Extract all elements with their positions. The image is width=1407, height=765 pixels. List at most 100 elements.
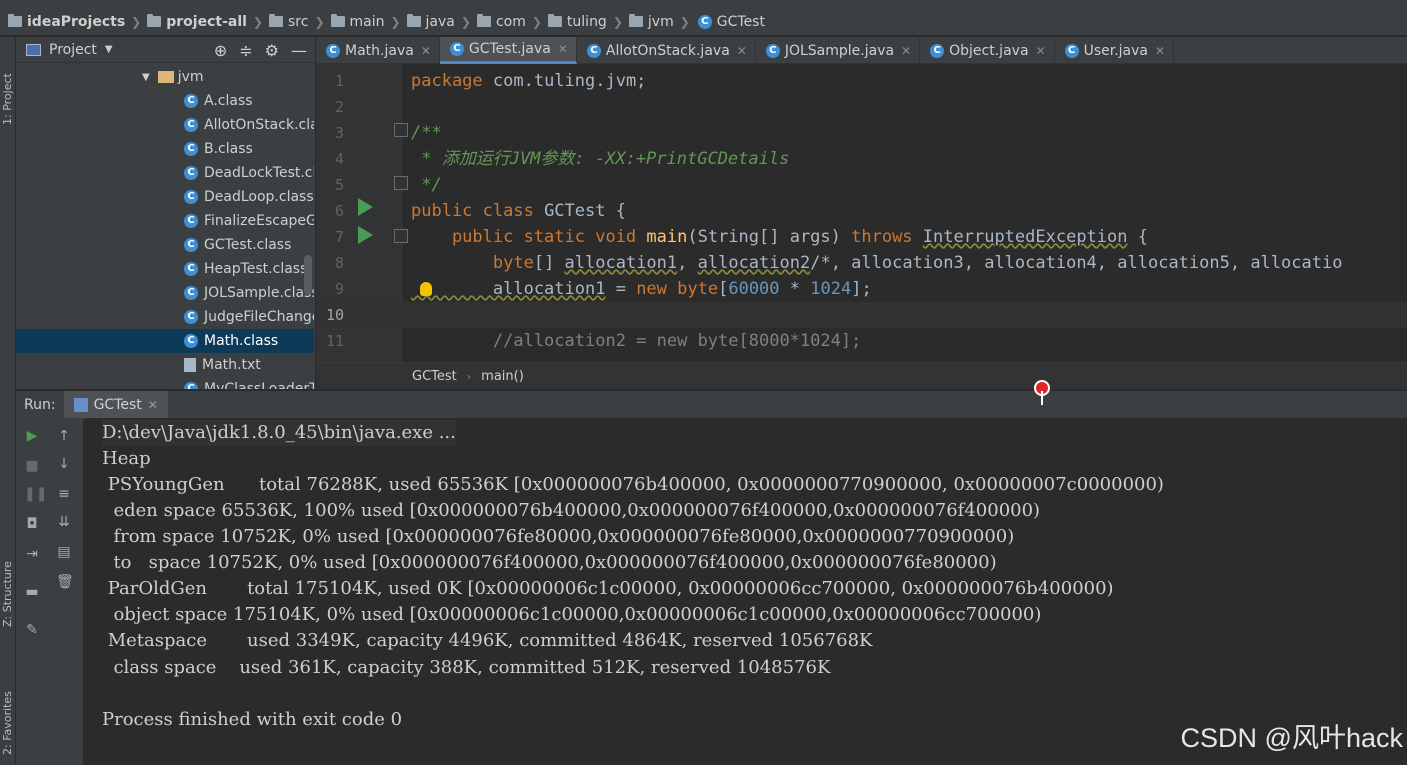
chevron-right-icon: ❯ xyxy=(131,14,142,29)
layout-icon[interactable]: ▬ xyxy=(24,584,40,600)
close-icon[interactable]: ✕ xyxy=(148,398,158,412)
tree-item[interactable]: C GCTest.class xyxy=(16,233,314,257)
trash-icon[interactable]: 🗑 xyxy=(56,574,74,590)
collapse-all-icon[interactable]: ≑ xyxy=(239,41,252,60)
pause-icon[interactable]: ❚❚ xyxy=(24,486,47,502)
breadcrumb-item-gctest[interactable]: C GCTest xyxy=(692,14,765,30)
tree-item[interactable]: C AllotOnStack.clas xyxy=(16,113,314,137)
pin-icon[interactable]: ✎ xyxy=(24,622,40,638)
soft-wrap-icon[interactable]: ≡ xyxy=(56,486,72,502)
camera-icon[interactable]: ◘ xyxy=(24,516,40,532)
close-icon[interactable]: ✕ xyxy=(1155,44,1165,58)
breadcrumb-item-ideaprojects[interactable]: ideaProjects ❯ xyxy=(4,14,143,30)
down-arrow-icon[interactable]: ↓ xyxy=(56,456,72,472)
code-line: 8 byte[] allocation1, allocation2/*, all… xyxy=(316,250,1407,276)
breadcrumb-item-jvm[interactable]: jvm ❯ xyxy=(625,14,692,30)
close-icon[interactable]: ✕ xyxy=(558,42,568,56)
chevron-right-icon: ❯ xyxy=(679,14,690,29)
favorites-tool-window-button[interactable]: 2: Favorites xyxy=(0,655,16,755)
close-icon[interactable]: ✕ xyxy=(1036,44,1046,58)
line-number: 8 xyxy=(334,254,344,272)
tab-gctest-java[interactable]: C GCTest.java ✕ xyxy=(439,37,577,64)
tree-item[interactable]: C DeadLockTest.cl xyxy=(16,161,314,185)
fold-icon[interactable] xyxy=(394,229,408,243)
tree-item[interactable]: Math.txt xyxy=(16,353,314,377)
console-line: object space 175104K, 0% used [0x0000000… xyxy=(102,604,1042,625)
line-number: 2 xyxy=(334,98,344,116)
run-gutter-icon[interactable] xyxy=(358,198,373,216)
stop-icon[interactable]: ■ xyxy=(24,458,40,474)
close-icon[interactable]: ✕ xyxy=(901,44,911,58)
exit-icon[interactable]: ⇥ xyxy=(24,546,40,562)
code-line: 7 public static void main(String[] args)… xyxy=(316,224,1407,250)
editor-breadcrumb: GCTest › main() xyxy=(316,362,1407,389)
run-gutter-icon[interactable] xyxy=(358,226,373,244)
breadcrumb-item-main[interactable]: main ❯ xyxy=(327,14,403,30)
code-line: 4 * 添加运行JVM参数: -XX:+PrintGCDetails xyxy=(316,146,1407,172)
rerun-icon[interactable]: ▶ xyxy=(24,428,40,444)
project-panel-tools: ⊕ ≑ ⚙ — xyxy=(214,41,307,60)
tree-item[interactable]: C JOLSample.class xyxy=(16,281,314,305)
tree-item[interactable]: C DeadLoop.class xyxy=(16,185,314,209)
tree-item-selected[interactable]: C Math.class xyxy=(16,329,314,353)
run-tab-gctest[interactable]: GCTest ✕ xyxy=(63,390,168,419)
navigation-breadcrumb: ideaProjects ❯ project-all ❯ src ❯ main ❯ ja… xyxy=(0,0,1407,36)
tree-item[interactable]: C MyClassLoaderT xyxy=(16,377,314,389)
tree-item[interactable]: C HeapTest.class xyxy=(16,257,314,281)
editor-crumb-class[interactable]: GCTest xyxy=(412,369,457,384)
breadcrumb-item-tuling[interactable]: tuling ❯ xyxy=(544,14,625,30)
close-icon[interactable]: ✕ xyxy=(737,44,747,58)
breadcrumb-item-java[interactable]: java ❯ xyxy=(403,14,473,30)
text-file-icon xyxy=(184,358,196,372)
project-tool-window-button[interactable]: 1: Project xyxy=(0,45,16,125)
tree-folder-jvm[interactable]: ▼ jvm xyxy=(16,65,314,89)
tree-scrollbar[interactable] xyxy=(304,255,312,295)
class-icon: C xyxy=(184,310,198,324)
hide-icon[interactable]: — xyxy=(291,41,307,60)
folder-icon xyxy=(147,14,162,27)
gear-icon[interactable]: ⚙ xyxy=(265,41,279,60)
scroll-to-end-icon[interactable]: ⇊ xyxy=(56,514,72,530)
code-line: 3/** xyxy=(316,120,1407,146)
tab-object-java[interactable]: C Object.java ✕ xyxy=(920,37,1055,64)
line-number: 11 xyxy=(325,332,344,350)
console-line: Metaspace used 3349K, capacity 4496K, co… xyxy=(102,630,873,651)
chevron-down-icon[interactable]: ▼ xyxy=(105,44,113,55)
tree-item[interactable]: CFinalizeEscapeGC xyxy=(16,209,314,233)
folder-icon xyxy=(476,14,491,27)
editor-crumb-method[interactable]: main() xyxy=(481,369,524,384)
tab-allotonstack-java[interactable]: C AllotOnStack.java ✕ xyxy=(577,37,756,64)
tab-math-java[interactable]: C Math.java ✕ xyxy=(316,37,440,64)
console-output[interactable]: D:\dev\Java\jdk1.8.0_45\bin\java.exe ...… xyxy=(85,418,1407,765)
line-number: 1 xyxy=(334,72,344,90)
class-icon: C xyxy=(184,214,198,228)
expand-arrow-icon[interactable]: ▼ xyxy=(142,72,150,83)
run-toolbar: ▶ ■ ❚❚ ◘ ⇥ ▬ ✎ ↑ ↓ ≡ ⇊ ▤ 🗑 xyxy=(16,418,84,765)
up-arrow-icon[interactable]: ↑ xyxy=(56,428,72,444)
code-editor[interactable]: 1 package com.tuling.jvm; 2 3/** 4 * 添加运行… xyxy=(316,64,1407,362)
fold-icon[interactable] xyxy=(394,123,408,137)
tab-jolsample-java[interactable]: C JOLSample.java ✕ xyxy=(756,37,921,64)
code-line: 6 public class GCTest { xyxy=(316,198,1407,224)
print-icon[interactable]: ▤ xyxy=(56,544,72,560)
project-view-selector[interactable]: Project xyxy=(49,42,97,58)
lightbulb-icon[interactable] xyxy=(420,282,432,296)
run-label: Run: xyxy=(24,396,56,413)
breadcrumb-item-src[interactable]: src ❯ xyxy=(265,14,327,30)
resize-drag-icon[interactable] xyxy=(1034,380,1050,405)
breadcrumb-item-project-all[interactable]: project-all ❯ xyxy=(143,14,265,30)
tree-item[interactable]: C A.class xyxy=(16,89,314,113)
folder-icon xyxy=(157,71,174,83)
tree-item[interactable]: C JudgeFileChange xyxy=(16,305,314,329)
tab-user-java[interactable]: C User.java ✕ xyxy=(1055,37,1175,64)
fold-icon[interactable] xyxy=(394,176,408,190)
class-icon: C xyxy=(184,238,198,252)
structure-tool-window-button[interactable]: Z: Structure xyxy=(0,537,16,627)
line-number: 5 xyxy=(334,176,344,194)
breadcrumb-item-com[interactable]: com ❯ xyxy=(473,14,544,30)
locate-icon[interactable]: ⊕ xyxy=(214,41,227,60)
chevron-right-icon: ❯ xyxy=(314,14,325,29)
close-icon[interactable]: ✕ xyxy=(421,44,431,58)
tree-item[interactable]: C B.class xyxy=(16,137,314,161)
code-line: 2 xyxy=(316,94,1407,120)
